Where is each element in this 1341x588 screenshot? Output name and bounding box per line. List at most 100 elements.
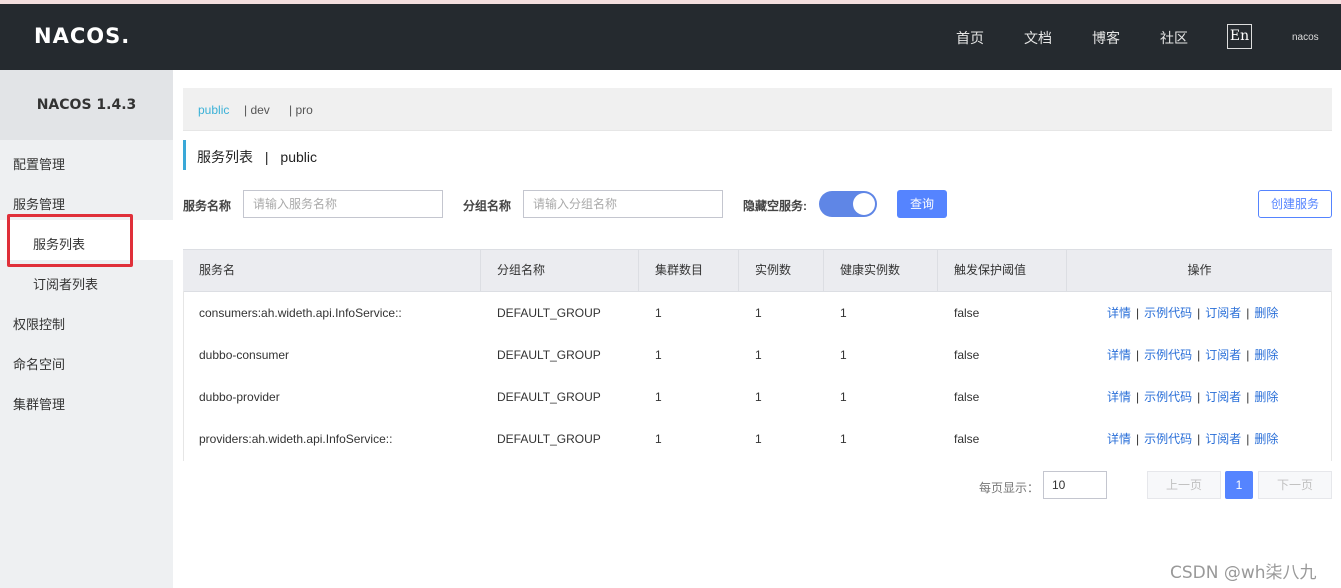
cell-cluster-count: 1 (655, 348, 662, 362)
subscriber-link[interactable]: 订阅者 (1205, 348, 1241, 362)
subscriber-link[interactable]: 订阅者 (1205, 306, 1241, 320)
cell-group-name: DEFAULT_GROUP (497, 432, 601, 446)
col-protect-threshold: 触发保护阈值 (938, 250, 1067, 291)
nav-blog[interactable]: 博客 (1092, 28, 1120, 48)
action-separator: | (1197, 306, 1201, 320)
row-actions: 详情 | 示例代码 | 订阅者 | 删除 (1107, 334, 1278, 376)
page-title-namespace: public (280, 149, 318, 165)
table-row: consumers:ah.wideth.api.InfoService:: DEF… (183, 292, 1332, 334)
cell-healthy-count: 1 (840, 348, 847, 362)
cell-cluster-count: 1 (655, 390, 662, 404)
action-separator: | (1197, 348, 1201, 362)
sidebar-item-cluster-management[interactable]: 集群管理 (13, 394, 65, 413)
cell-instance-count: 1 (755, 306, 762, 320)
sample-code-link[interactable]: 示例代码 (1144, 390, 1192, 404)
table-body: consumers:ah.wideth.api.InfoService:: DEF… (183, 292, 1332, 460)
language-toggle-button[interactable]: En (1227, 24, 1252, 49)
sidebar-item-subscriber-list[interactable]: 订阅者列表 (33, 274, 98, 293)
hide-empty-toggle[interactable] (819, 191, 877, 217)
sidebar-item-config-management[interactable]: 配置管理 (13, 154, 65, 173)
col-instance-count: 实例数 (739, 250, 824, 291)
action-separator: | (1246, 432, 1250, 446)
page-size-select[interactable]: 10 (1043, 471, 1107, 499)
delete-link[interactable]: 删除 (1254, 390, 1278, 404)
cell-protect-threshold: false (954, 306, 980, 320)
cell-cluster-count: 1 (655, 306, 662, 320)
action-separator: | (1197, 432, 1201, 446)
action-separator: | (1136, 348, 1140, 362)
cell-instance-count: 1 (755, 348, 762, 362)
cell-instance-count: 1 (755, 390, 762, 404)
detail-link[interactable]: 详情 (1107, 306, 1131, 320)
action-separator: | (1136, 432, 1140, 446)
create-service-button[interactable]: 创建服务 (1258, 190, 1332, 218)
cell-protect-threshold: false (954, 390, 980, 404)
prev-page-button[interactable]: 上一页 (1147, 471, 1221, 499)
page-number-current[interactable]: 1 (1225, 471, 1253, 499)
nav-community[interactable]: 社区 (1160, 28, 1188, 48)
col-cluster-count: 集群数目 (639, 250, 739, 291)
nav-docs[interactable]: 文档 (1024, 28, 1052, 48)
cell-group-name: DEFAULT_GROUP (497, 390, 601, 404)
action-separator: | (1246, 348, 1250, 362)
toggle-knob (853, 193, 875, 215)
next-page-button[interactable]: 下一页 (1258, 471, 1332, 499)
namespace-pro[interactable]: | pro (289, 103, 313, 117)
detail-link[interactable]: 详情 (1107, 390, 1131, 404)
query-button[interactable]: 查询 (897, 190, 947, 218)
delete-link[interactable]: 删除 (1254, 432, 1278, 446)
table-row: providers:ah.wideth.api.InfoService:: DEF… (183, 418, 1332, 460)
group-name-input[interactable] (523, 190, 723, 218)
cell-protect-threshold: false (954, 348, 980, 362)
action-separator: | (1136, 306, 1140, 320)
cell-service-name: providers:ah.wideth.api.InfoService:: (199, 432, 393, 446)
namespace-public[interactable]: public (198, 103, 229, 117)
action-separator: | (1136, 390, 1140, 404)
cell-instance-count: 1 (755, 432, 762, 446)
sample-code-link[interactable]: 示例代码 (1144, 432, 1192, 446)
sidebar: NACOS 1.4.3 配置管理 服务管理 服务列表 订阅者列表 权限控制 命名… (0, 70, 173, 588)
page-size-label: 每页显示： (979, 481, 1040, 495)
table-row: dubbo-consumer DEFAULT_GROUP 1 1 1 false 详情 | 示例… (183, 334, 1332, 376)
col-healthy-instance-count: 健康实例数 (824, 250, 938, 291)
cell-healthy-count: 1 (840, 432, 847, 446)
sidebar-item-namespace[interactable]: 命名空间 (13, 354, 65, 373)
cell-service-name: dubbo-consumer (199, 348, 290, 362)
row-actions: 详情 | 示例代码 | 订阅者 | 删除 (1107, 418, 1278, 460)
top-nav: 首页 文档 博客 社区 En nacos (0, 24, 1341, 49)
delete-link[interactable]: 删除 (1254, 348, 1278, 362)
service-table: 服务名 分组名称 集群数目 实例数 健康实例数 触发保护阈值 操作 consum… (183, 249, 1332, 460)
cell-cluster-count: 1 (655, 432, 662, 446)
delete-link[interactable]: 删除 (1254, 306, 1278, 320)
user-name[interactable]: nacos (1292, 32, 1319, 43)
nav-home[interactable]: 首页 (956, 28, 984, 48)
namespace-dev[interactable]: | dev (244, 103, 270, 117)
detail-link[interactable]: 详情 (1107, 348, 1131, 362)
sidebar-item-access-control[interactable]: 权限控制 (13, 314, 65, 333)
cell-group-name: DEFAULT_GROUP (497, 306, 601, 320)
action-separator: | (1246, 390, 1250, 404)
subscriber-link[interactable]: 订阅者 (1205, 390, 1241, 404)
highlight-annotation-box (7, 214, 133, 267)
cell-service-name: dubbo-provider (199, 390, 280, 404)
service-name-label: 服务名称 (183, 199, 232, 213)
action-separator: | (1197, 390, 1201, 404)
page-title-text: 服务列表 (197, 149, 253, 165)
row-actions: 详情 | 示例代码 | 订阅者 | 删除 (1107, 376, 1278, 418)
sample-code-link[interactable]: 示例代码 (1144, 306, 1192, 320)
service-name-input[interactable] (243, 190, 443, 218)
top-header: NACOS. 首页 文档 博客 社区 En nacos (0, 4, 1341, 70)
table-right-border (1331, 291, 1332, 461)
hide-empty-label: 隐藏空服务: (743, 199, 807, 213)
action-separator: | (1246, 306, 1250, 320)
cell-healthy-count: 1 (840, 390, 847, 404)
cell-service-name: consumers:ah.wideth.api.InfoService:: (199, 306, 402, 320)
cell-healthy-count: 1 (840, 306, 847, 320)
subscriber-link[interactable]: 订阅者 (1205, 432, 1241, 446)
detail-link[interactable]: 详情 (1107, 432, 1131, 446)
page-title-separator: | (264, 149, 269, 165)
sample-code-link[interactable]: 示例代码 (1144, 348, 1192, 362)
namespace-bar: public | dev | pro (183, 88, 1332, 131)
sidebar-item-service-management[interactable]: 服务管理 (13, 194, 65, 213)
table-left-border (183, 291, 184, 461)
